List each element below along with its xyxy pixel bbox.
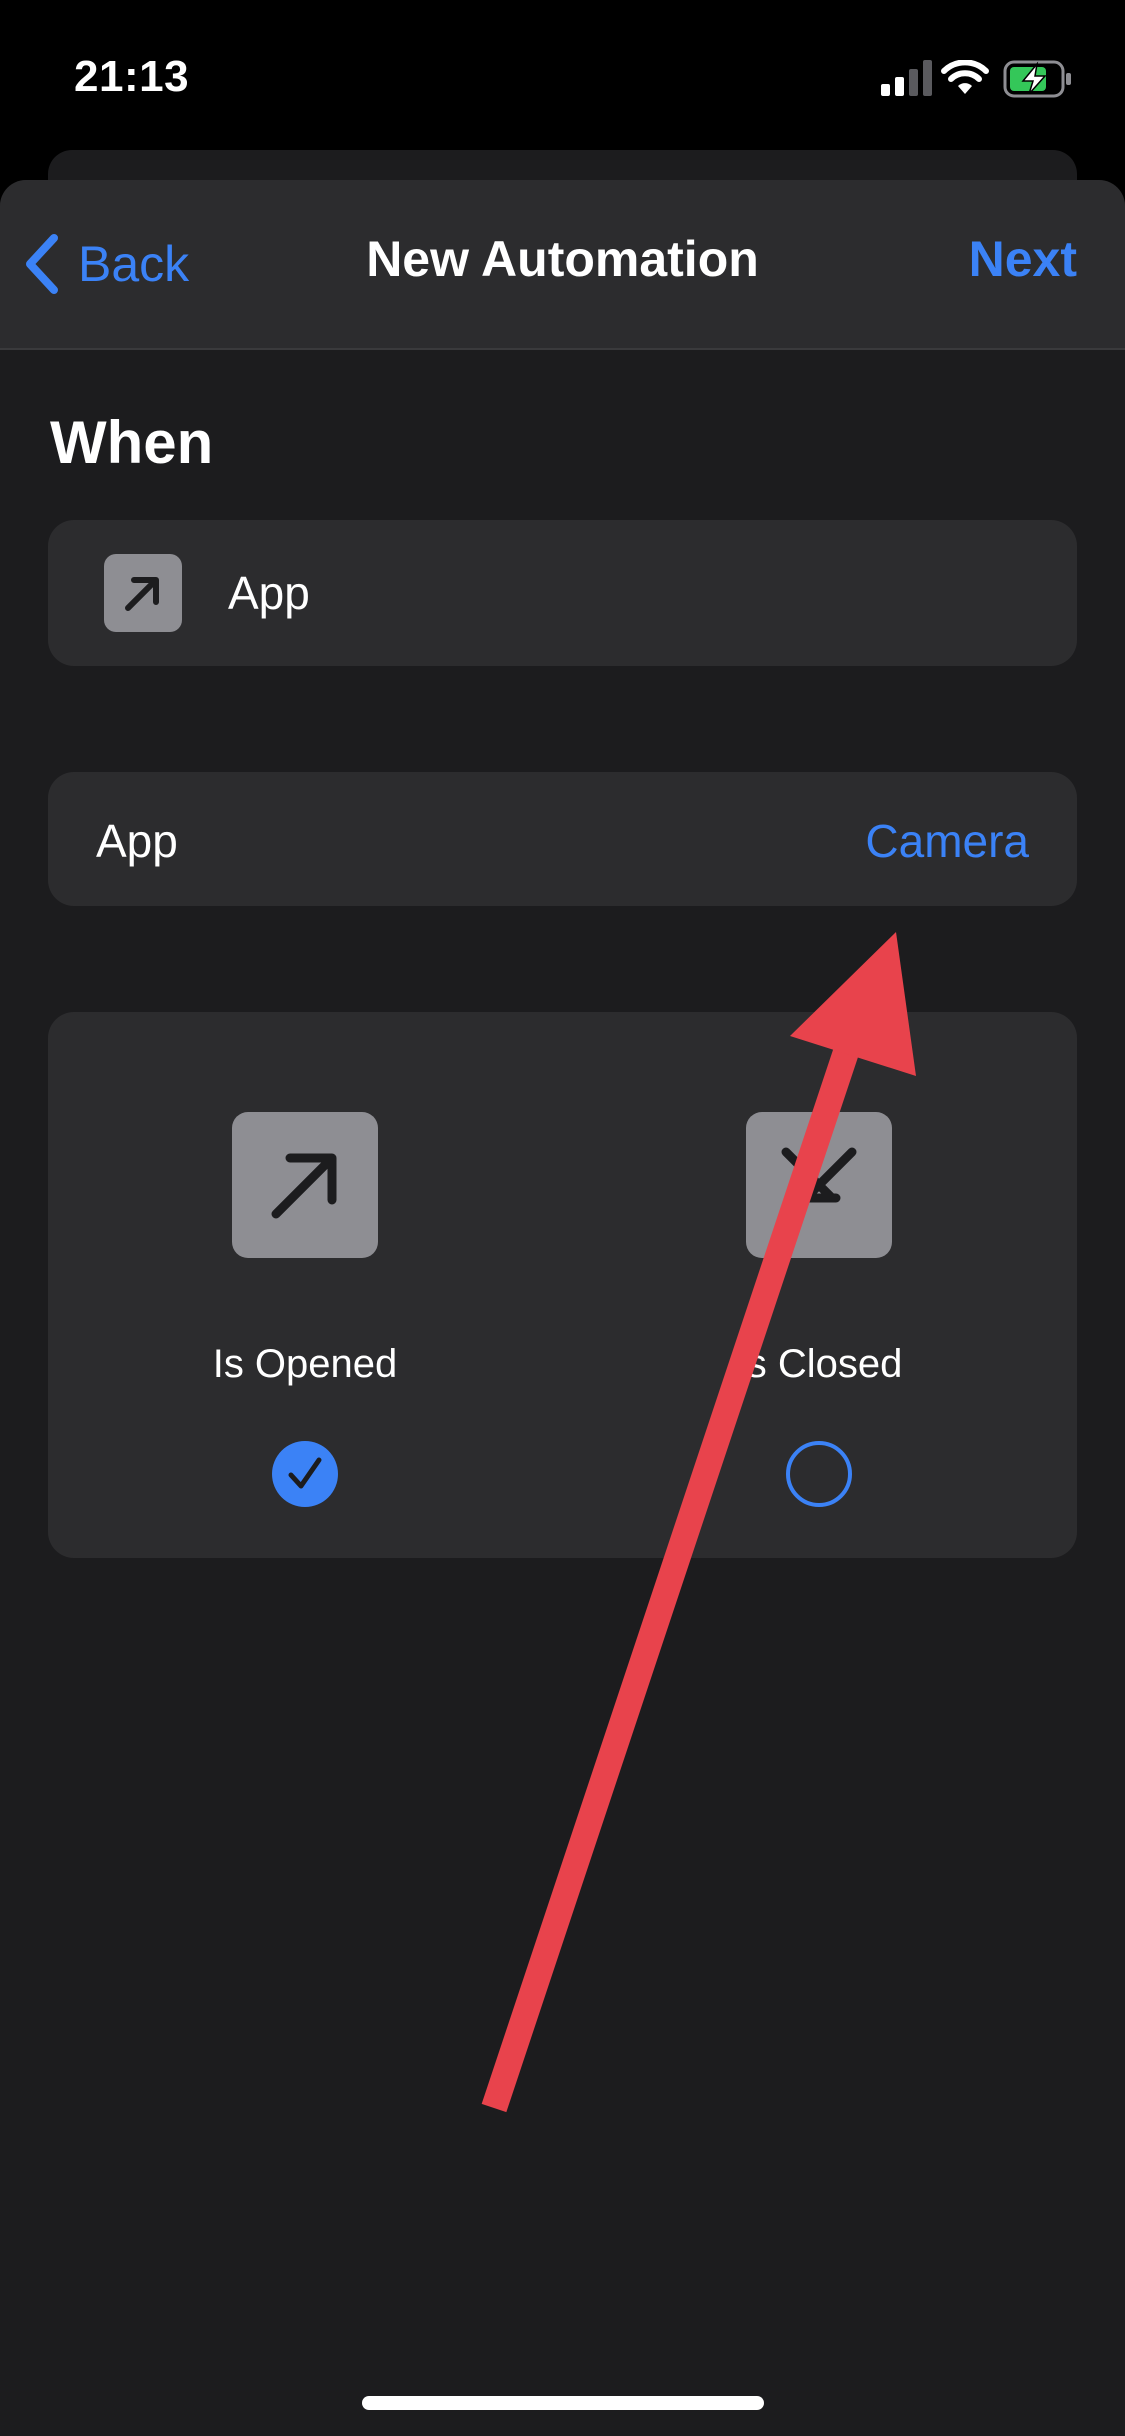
wifi-icon xyxy=(941,60,989,94)
app-row-label: App xyxy=(96,815,178,867)
option-label: Is Opened xyxy=(212,1342,398,1386)
status-bar: 21:13 xyxy=(0,0,1125,150)
trigger-row[interactable]: App xyxy=(48,520,1077,666)
radio-checked-icon[interactable] xyxy=(271,1440,339,1508)
automation-sheet: Back New Automation Next When App App Ca… xyxy=(0,180,1125,2436)
arrow-up-right-icon xyxy=(232,1112,378,1258)
option-is-closed[interactable]: Is Closed xyxy=(562,1012,1076,1558)
home-indicator[interactable] xyxy=(362,2396,764,2410)
page-title: New Automation xyxy=(366,231,759,287)
option-label: Is Closed xyxy=(735,1342,903,1386)
app-selector-row[interactable]: App Camera xyxy=(48,772,1077,906)
cellular-signal-icon xyxy=(881,60,932,96)
status-time: 21:13 xyxy=(74,52,190,101)
option-is-opened[interactable]: Is Opened xyxy=(48,1012,562,1558)
trigger-options: Is Opened Is Closed xyxy=(48,1012,1077,1558)
section-heading: When xyxy=(50,409,214,476)
arrow-up-right-icon xyxy=(104,554,182,632)
navigation-bar: Back New Automation Next xyxy=(0,180,1125,350)
radio-unchecked-icon[interactable] xyxy=(785,1440,853,1508)
trigger-label: App xyxy=(228,567,310,619)
app-row-value[interactable]: Camera xyxy=(865,814,1029,868)
battery-charging-icon xyxy=(1003,60,1071,98)
arrow-down-left-x-icon xyxy=(746,1112,892,1258)
next-button[interactable]: Next xyxy=(969,230,1077,288)
